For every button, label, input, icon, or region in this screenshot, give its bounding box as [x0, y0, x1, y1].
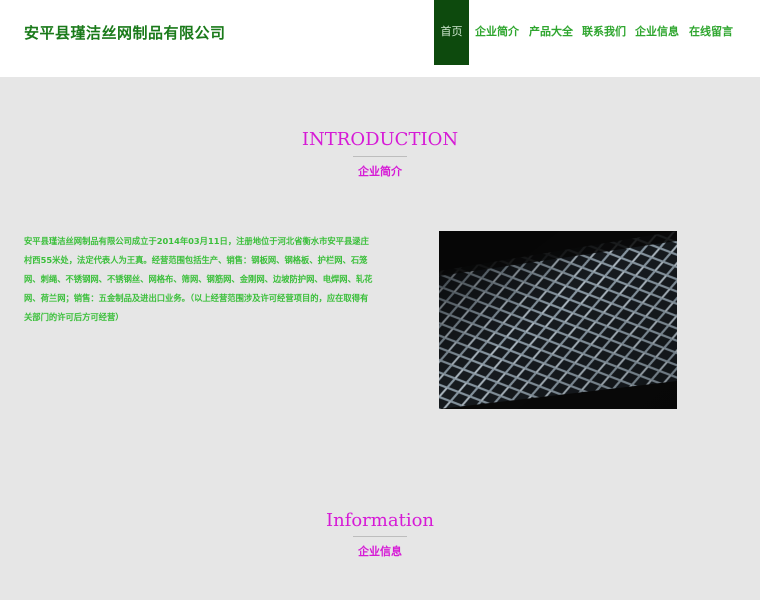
- company-logo-text[interactable]: 安平县瑾洁丝网制品有限公司: [24, 22, 226, 43]
- product-image: [439, 231, 677, 409]
- intro-title: INTRODUCTION: [301, 129, 459, 150]
- info-divider: [353, 536, 407, 537]
- nav-item-message[interactable]: 在线留言: [686, 0, 736, 65]
- intro-body-text: 安平县瑾洁丝网制品有限公司成立于2014年03月11日，注册地位于河北省衡水市安…: [24, 236, 373, 322]
- expanded-metal-mesh-image: [439, 231, 677, 409]
- nav-item-products[interactable]: 产品大全: [526, 0, 576, 65]
- nav-item-company-info[interactable]: 企业信息: [632, 0, 682, 65]
- intro-divider: [353, 156, 407, 157]
- nav-item-about[interactable]: 企业简介: [472, 0, 522, 65]
- intro-subtitle: 企业简介: [358, 165, 402, 178]
- info-subtitle: 企业信息: [358, 545, 402, 558]
- nav-item-home[interactable]: 首页: [434, 0, 469, 65]
- site-header: 安平县瑾洁丝网制品有限公司 首页 企业简介 产品大全 联系我们 企业信息 在线留…: [0, 0, 760, 77]
- info-title: Information: [325, 510, 435, 531]
- nav-item-contact[interactable]: 联系我们: [579, 0, 629, 65]
